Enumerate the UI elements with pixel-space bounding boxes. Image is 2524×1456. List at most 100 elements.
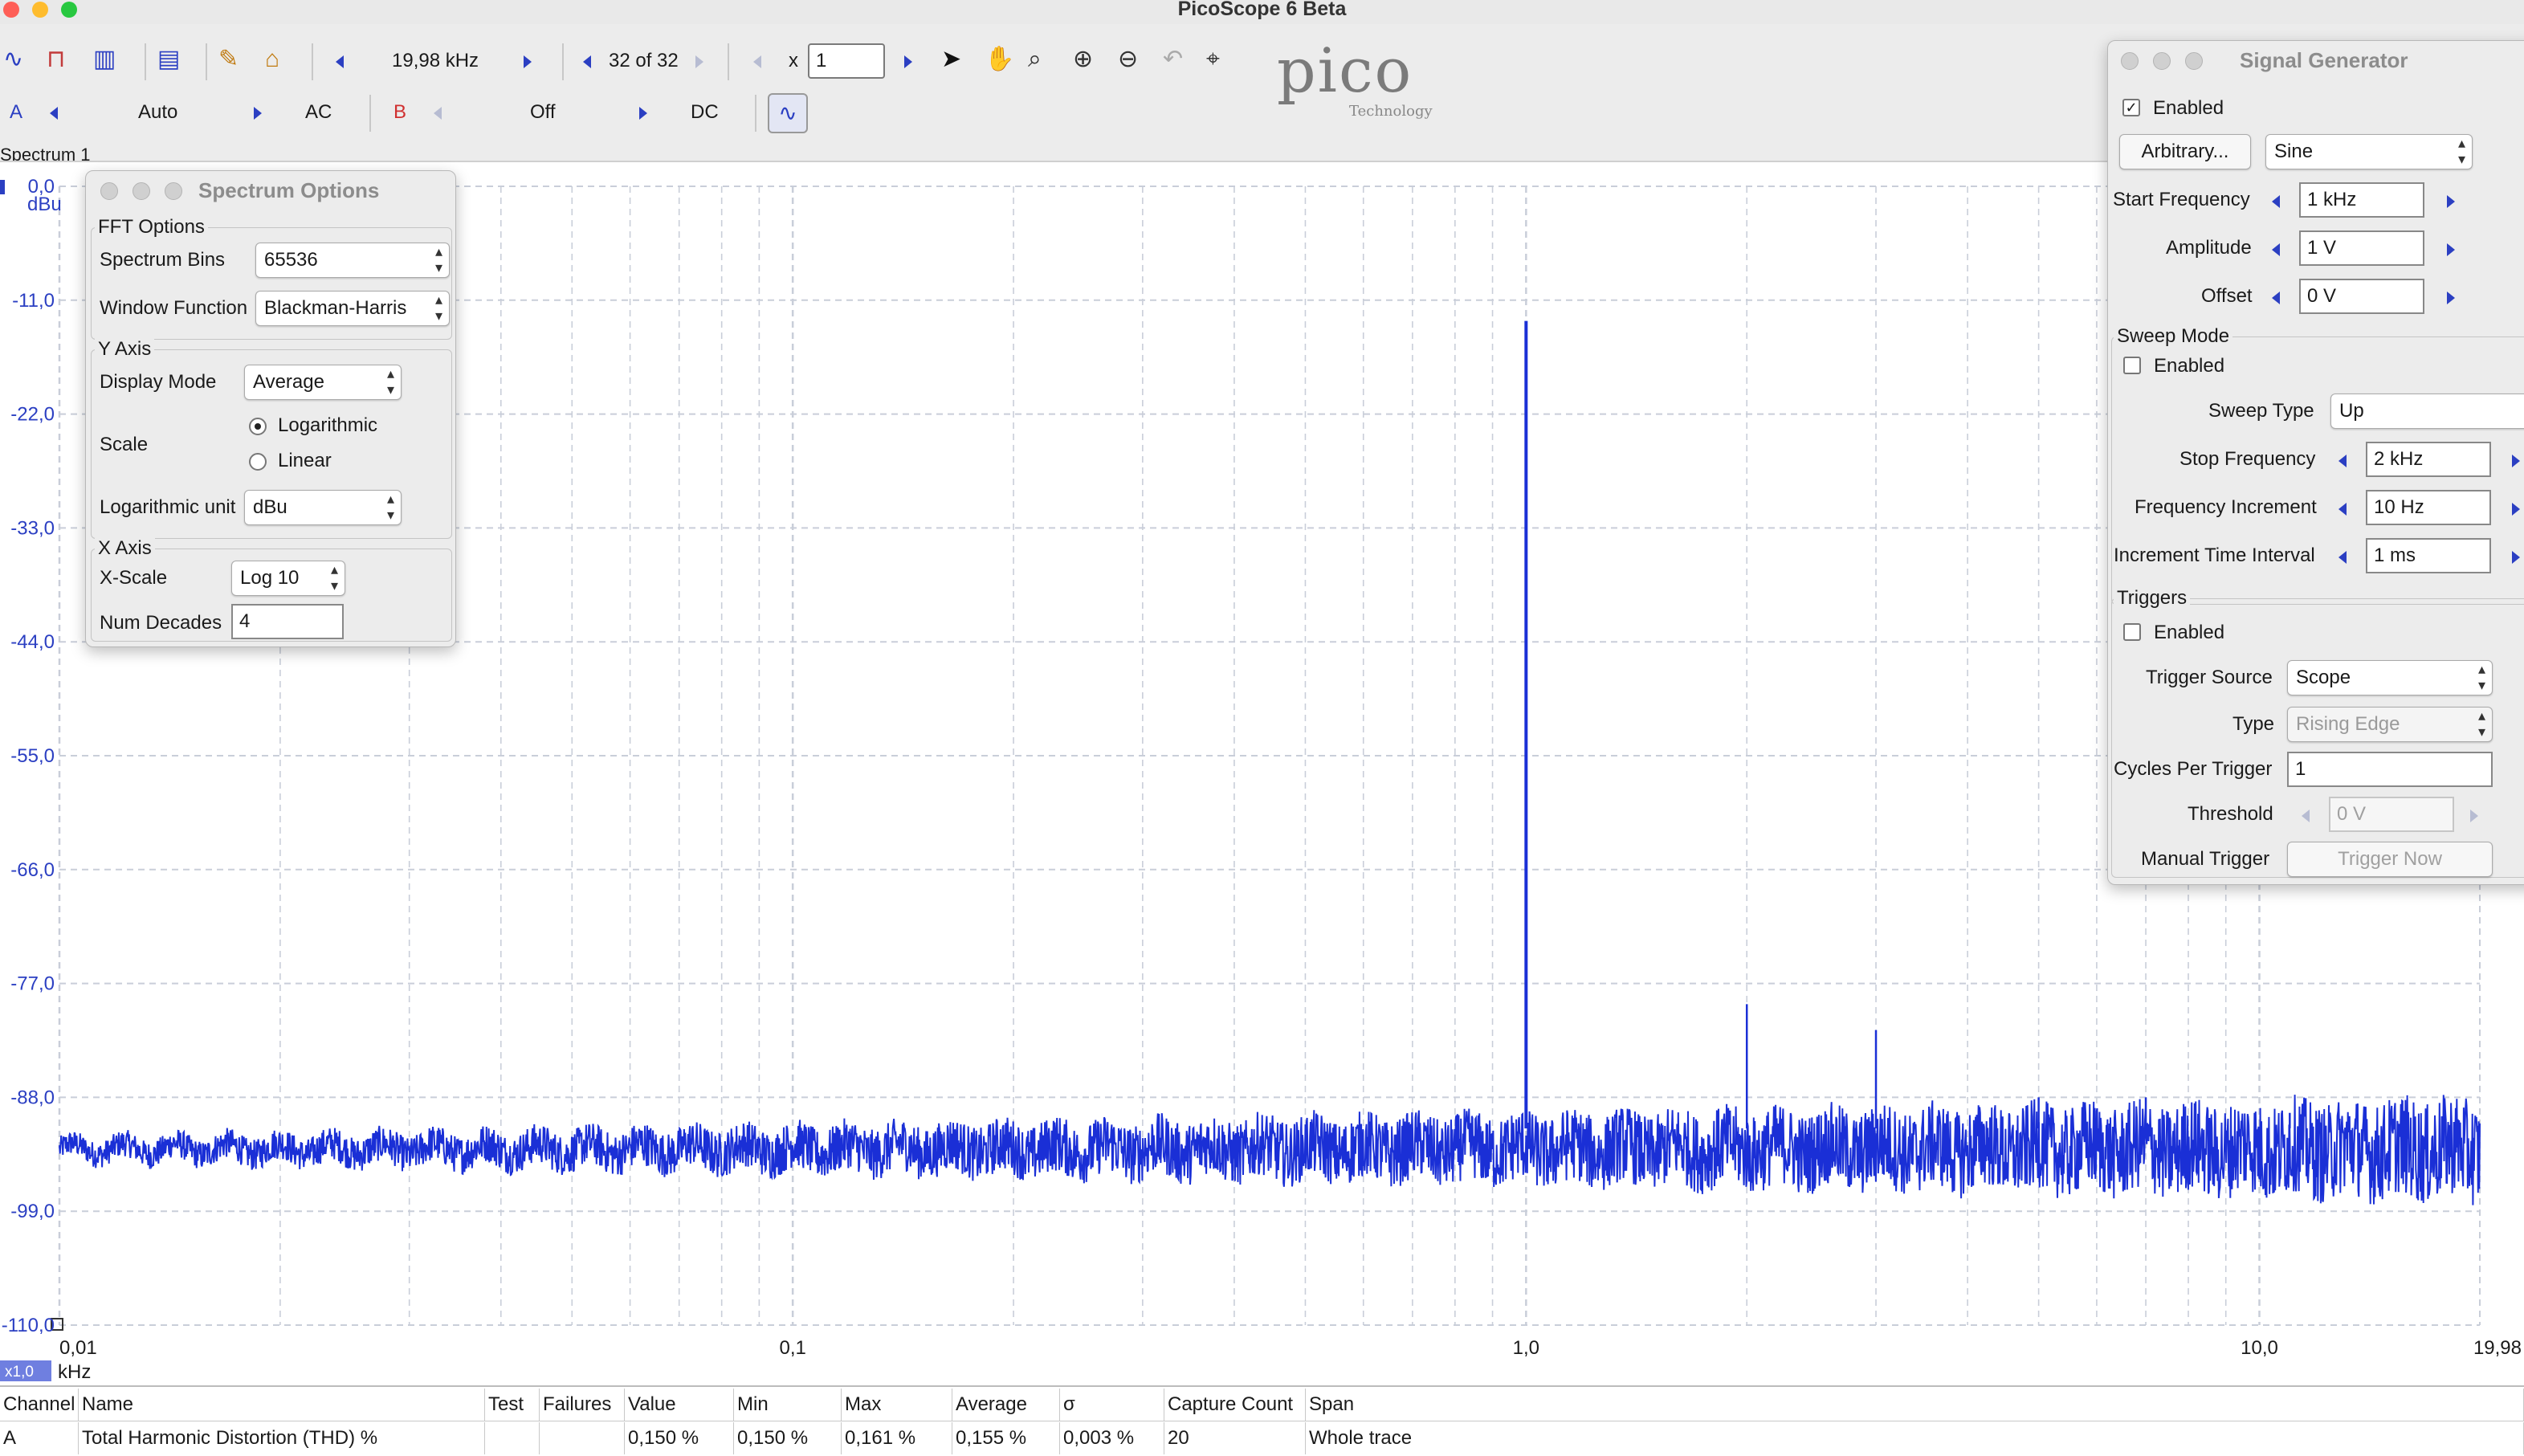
start-frequency-dec-icon[interactable] [2272, 195, 2280, 208]
x-tick-label: 19,98 [2473, 1337, 2522, 1359]
y-tick-label: -55,0 [10, 745, 55, 767]
trigger-waveform-icon[interactable]: ∿ [768, 93, 808, 133]
amplitude-input[interactable]: 1 V [2299, 230, 2424, 266]
cycles-per-trigger-input[interactable]: 1 [2287, 752, 2493, 787]
zoom-input[interactable]: 1 [808, 43, 885, 79]
y-tick-label: -66,0 [10, 859, 55, 881]
x-tick-label: 10,0 [2241, 1337, 2278, 1359]
frequency-increment-inc-icon[interactable] [2512, 503, 2520, 516]
arbitrary-button[interactable]: Arbitrary... [2119, 134, 2251, 169]
measurement-header[interactable]: Average [952, 1389, 1060, 1421]
threshold-dec-icon[interactable] [2302, 810, 2310, 822]
offset-dec-icon[interactable] [2272, 292, 2280, 304]
offset-input[interactable]: 0 V [2299, 279, 2424, 314]
frequency-increment-input[interactable]: 10 Hz [2366, 490, 2491, 525]
generator-enabled-checkbox[interactable]: ✓ [2122, 99, 2140, 116]
zoom-fit-icon[interactable]: ⌖ [1206, 43, 1220, 75]
sweep-type-select[interactable]: Up▴▾ [2330, 394, 2524, 429]
channel-b-label[interactable]: B [393, 96, 406, 128]
channel-b-coupling[interactable]: DC [691, 96, 719, 128]
measurement-header[interactable]: Value [625, 1389, 734, 1421]
channel-a-range[interactable]: Auto [138, 96, 177, 128]
minimize-icon[interactable] [133, 182, 150, 200]
y-axis-group: Y Axis Display Mode Average ▴ ▾ Scale Loga… [91, 337, 452, 539]
trigger-enabled-checkbox[interactable] [2123, 623, 2141, 641]
trigger-now-button[interactable]: Trigger Now [2287, 842, 2493, 877]
zoom-in-icon[interactable]: ⊕ [1073, 43, 1093, 75]
frequency-increment-dec-icon[interactable] [2338, 503, 2347, 516]
measurement-header[interactable]: Name [79, 1389, 485, 1421]
stop-frequency-dec-icon[interactable] [2338, 455, 2347, 467]
channel-a-range-next-icon[interactable] [254, 107, 262, 120]
undo-zoom-icon[interactable]: ↶ [1163, 43, 1183, 75]
close-icon[interactable] [100, 182, 118, 200]
channel-a-range-prev-icon[interactable] [50, 107, 58, 120]
channel-b-range[interactable]: Off [530, 96, 556, 128]
signal-generator-panel: Signal Generator ✓ Enabled Arbitrary... … [2107, 40, 2524, 885]
increment-time-inc-icon[interactable] [2512, 551, 2520, 564]
increment-time-input[interactable]: 1 ms [2366, 538, 2491, 573]
stop-frequency-input[interactable]: 2 kHz [2366, 442, 2491, 477]
zoom-area-icon[interactable]: ⌕ [1028, 43, 1042, 75]
zoom-icon[interactable] [2185, 52, 2203, 70]
scale-linear-radio[interactable] [249, 453, 267, 471]
persistence-mode-icon[interactable]: ⊓ [47, 43, 65, 75]
trigger-type-select[interactable]: Rising Edge ▴ ▾ [2287, 707, 2493, 742]
amplitude-inc-icon[interactable] [2447, 243, 2455, 256]
measurement-header[interactable]: Capture Count [1164, 1389, 1306, 1421]
zoom-next-icon[interactable] [904, 55, 912, 68]
zoom-prev-icon[interactable] [753, 55, 761, 68]
close-icon[interactable] [2121, 52, 2139, 70]
num-decades-input[interactable]: 4 [231, 604, 344, 639]
offset-inc-icon[interactable] [2447, 292, 2455, 304]
minimize-icon[interactable] [2153, 52, 2171, 70]
measurement-header[interactable]: Max [842, 1389, 952, 1421]
trigger-source-select[interactable]: Scope ▴ ▾ [2287, 660, 2493, 695]
hand-tool-icon[interactable]: ✋ [985, 43, 1014, 75]
start-frequency-inc-icon[interactable] [2447, 195, 2455, 208]
scale-logarithmic-radio[interactable] [249, 418, 267, 435]
x-scale-select[interactable]: Log 10 ▴ ▾ [231, 561, 345, 596]
panel-title: Signal Generator [2240, 48, 2408, 72]
measurement-header[interactable]: Channel [0, 1389, 79, 1421]
measurement-header[interactable]: Failures [540, 1389, 625, 1421]
start-frequency-input[interactable]: 1 kHz [2299, 182, 2424, 218]
scope-mode-icon[interactable]: ∿ [3, 43, 23, 75]
channel-b-range-prev-icon[interactable] [434, 107, 442, 120]
zoom-out-icon[interactable]: ⊖ [1118, 43, 1138, 75]
probe-icon[interactable]: ✎ [218, 43, 239, 75]
channel-a-label[interactable]: A [10, 96, 22, 128]
threshold-input[interactable]: 0 V [2329, 797, 2454, 832]
threshold-inc-icon[interactable] [2470, 810, 2478, 822]
timebase-next-icon[interactable] [524, 55, 532, 68]
pointer-tool-icon[interactable]: ➤ [941, 43, 961, 75]
waveform-select[interactable]: Sine ▴ ▾ [2265, 134, 2473, 169]
amplitude-dec-icon[interactable] [2272, 243, 2280, 256]
home-icon[interactable]: ⌂ [265, 43, 279, 75]
y-tick-label: -33,0 [10, 517, 55, 539]
channel-b-range-next-icon[interactable] [639, 107, 647, 120]
measurement-header[interactable]: Span [1306, 1389, 2524, 1421]
spectrum-bins-select[interactable]: 65536 ▴ ▾ [255, 243, 450, 278]
zoom-icon[interactable] [165, 182, 182, 200]
measurement-cell: 0,003 % [1060, 1422, 1164, 1454]
channel-a-coupling[interactable]: AC [305, 96, 332, 128]
buffer-next-icon[interactable] [695, 55, 703, 68]
window-function-select[interactable]: Blackman-Harris ▴ ▾ [255, 291, 450, 326]
timebase-value[interactable]: 19,98 kHz [392, 45, 479, 77]
spectrum-mode-icon[interactable]: ▥ [93, 43, 116, 75]
log-unit-select[interactable]: dBu ▴ ▾ [244, 490, 402, 525]
measurement-header[interactable]: Test [485, 1389, 540, 1421]
buffer-prev-icon[interactable] [583, 55, 591, 68]
timebase-prev-icon[interactable] [336, 55, 344, 68]
stop-frequency-inc-icon[interactable] [2512, 455, 2520, 467]
measurement-cell [485, 1422, 540, 1454]
add-view-icon[interactable]: ▤ [157, 43, 180, 75]
increment-time-dec-icon[interactable] [2338, 551, 2347, 564]
y-tick-label: -110,0 [2, 1315, 55, 1336]
measurement-header[interactable]: σ [1060, 1389, 1164, 1421]
sweep-enabled-checkbox[interactable] [2123, 357, 2141, 374]
measurement-header[interactable]: Min [734, 1389, 842, 1421]
x-tick-label: 1,0 [1513, 1337, 1539, 1359]
display-mode-select[interactable]: Average ▴ ▾ [244, 365, 402, 400]
